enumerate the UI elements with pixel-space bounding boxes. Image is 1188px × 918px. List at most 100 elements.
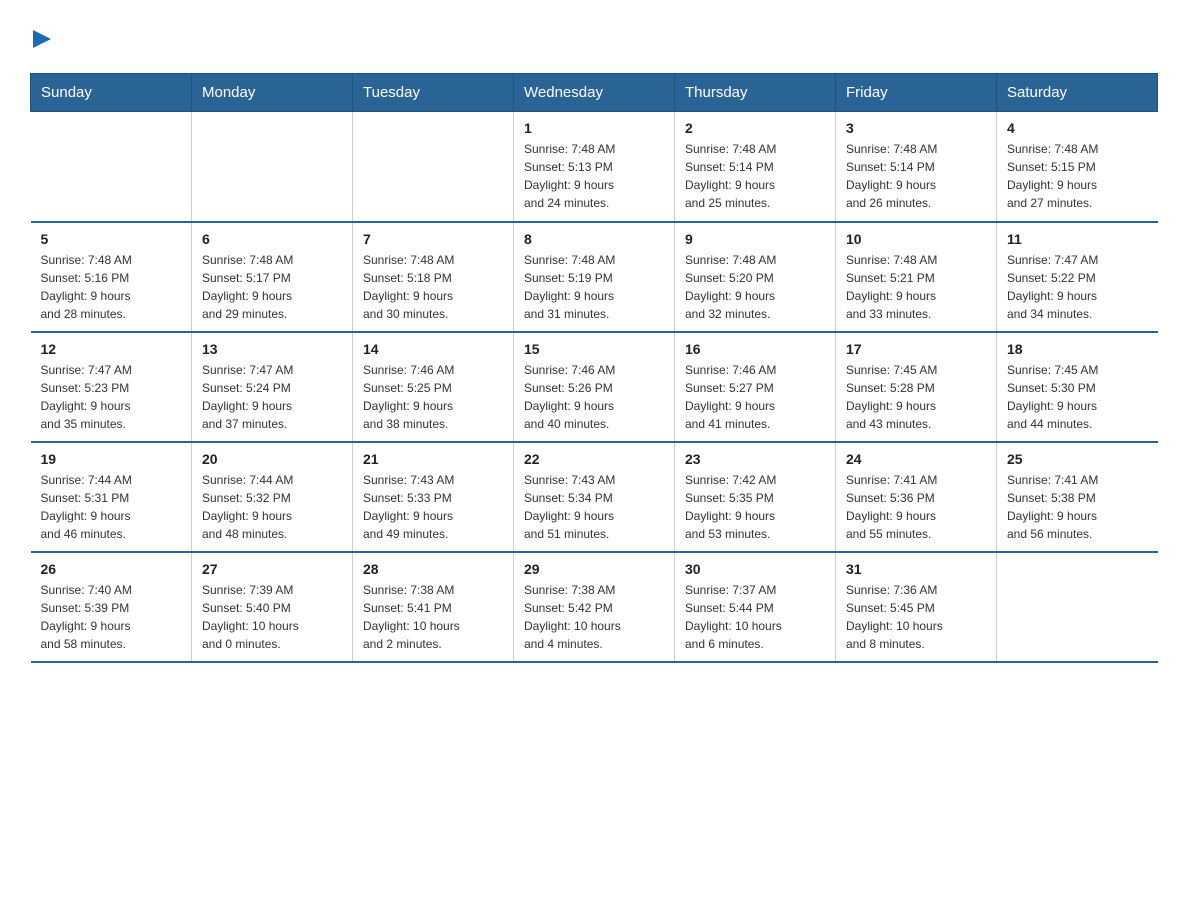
calendar-cell: 1 Sunrise: 7:48 AM Sunset: 5:13 PM Daylig… xyxy=(514,112,675,222)
day-number: 16 xyxy=(685,341,825,357)
day-info: Sunrise: 7:47 AM Sunset: 5:23 PM Dayligh… xyxy=(41,361,182,433)
day-info: Sunrise: 7:46 AM Sunset: 5:26 PM Dayligh… xyxy=(524,361,664,433)
day-number: 17 xyxy=(846,341,986,357)
calendar-cell xyxy=(997,552,1158,662)
day-info: Sunrise: 7:48 AM Sunset: 5:15 PM Dayligh… xyxy=(1007,140,1148,212)
calendar-cell: 6Sunrise: 7:48 AM Sunset: 5:17 PM Daylig… xyxy=(192,222,353,332)
day-number: 1 xyxy=(524,120,664,136)
header-cell-thursday: Thursday xyxy=(675,74,836,112)
day-number: 18 xyxy=(1007,341,1148,357)
calendar-table: SundayMondayTuesdayWednesdayThursdayFrid… xyxy=(30,73,1158,663)
calendar-cell: 31 Sunrise: 7:36 AM Sunset: 5:45 PM Dayli… xyxy=(836,552,997,662)
day-info: Sunrise: 7:41 AM Sunset: 5:36 PM Dayligh… xyxy=(846,471,986,543)
day-number: 14 xyxy=(363,341,503,357)
day-number: 26 xyxy=(41,561,182,577)
calendar-week-row: 26 Sunrise: 7:40 AM Sunset: 5:39 PM Dayli… xyxy=(31,552,1158,662)
day-info: Sunrise: 7:43 AM Sunset: 5:34 PM Dayligh… xyxy=(524,471,664,543)
day-number: 22 xyxy=(524,451,664,467)
logo xyxy=(30,20,51,53)
day-number: 11 xyxy=(1007,231,1148,247)
day-info: Sunrise: 7:37 AM Sunset: 5:44 PM Dayligh… xyxy=(685,581,825,653)
calendar-cell: 7Sunrise: 7:48 AM Sunset: 5:18 PM Daylig… xyxy=(353,222,514,332)
calendar-header-row: SundayMondayTuesdayWednesdayThursdayFrid… xyxy=(31,74,1158,112)
day-info: Sunrise: 7:48 AM Sunset: 5:14 PM Dayligh… xyxy=(846,140,986,212)
logo-arrow-icon xyxy=(33,30,51,48)
day-info: Sunrise: 7:48 AM Sunset: 5:20 PM Dayligh… xyxy=(685,251,825,323)
day-info: Sunrise: 7:48 AM Sunset: 5:14 PM Dayligh… xyxy=(685,140,825,212)
calendar-cell: 26 Sunrise: 7:40 AM Sunset: 5:39 PM Dayli… xyxy=(31,552,192,662)
header-cell-saturday: Saturday xyxy=(997,74,1158,112)
calendar-cell: 21 Sunrise: 7:43 AM Sunset: 5:33 PM Dayli… xyxy=(353,442,514,552)
calendar-cell: 11 Sunrise: 7:47 AM Sunset: 5:22 PM Dayli… xyxy=(997,222,1158,332)
day-info: Sunrise: 7:44 AM Sunset: 5:32 PM Dayligh… xyxy=(202,471,342,543)
header-cell-wednesday: Wednesday xyxy=(514,74,675,112)
day-info: Sunrise: 7:46 AM Sunset: 5:27 PM Dayligh… xyxy=(685,361,825,433)
day-info: Sunrise: 7:48 AM Sunset: 5:16 PM Dayligh… xyxy=(41,251,182,323)
calendar-cell: 20 Sunrise: 7:44 AM Sunset: 5:32 PM Dayli… xyxy=(192,442,353,552)
calendar-cell: 15 Sunrise: 7:46 AM Sunset: 5:26 PM Dayli… xyxy=(514,332,675,442)
calendar-cell: 3Sunrise: 7:48 AM Sunset: 5:14 PM Daylig… xyxy=(836,112,997,222)
day-number: 23 xyxy=(685,451,825,467)
day-info: Sunrise: 7:47 AM Sunset: 5:24 PM Dayligh… xyxy=(202,361,342,433)
day-number: 15 xyxy=(524,341,664,357)
day-number: 31 xyxy=(846,561,986,577)
calendar-week-row: 5 Sunrise: 7:48 AM Sunset: 5:16 PM Daylig… xyxy=(31,222,1158,332)
calendar-cell: 8 Sunrise: 7:48 AM Sunset: 5:19 PM Daylig… xyxy=(514,222,675,332)
calendar-cell: 12 Sunrise: 7:47 AM Sunset: 5:23 PM Dayli… xyxy=(31,332,192,442)
day-info: Sunrise: 7:48 AM Sunset: 5:21 PM Dayligh… xyxy=(846,251,986,323)
calendar-cell: 5 Sunrise: 7:48 AM Sunset: 5:16 PM Daylig… xyxy=(31,222,192,332)
day-info: Sunrise: 7:47 AM Sunset: 5:22 PM Dayligh… xyxy=(1007,251,1148,323)
calendar-cell: 29 Sunrise: 7:38 AM Sunset: 5:42 PM Dayli… xyxy=(514,552,675,662)
header-cell-monday: Monday xyxy=(192,74,353,112)
day-info: Sunrise: 7:42 AM Sunset: 5:35 PM Dayligh… xyxy=(685,471,825,543)
day-number: 2 xyxy=(685,120,825,136)
day-number: 6 xyxy=(202,231,342,247)
calendar-cell: 27 Sunrise: 7:39 AM Sunset: 5:40 PM Dayli… xyxy=(192,552,353,662)
calendar-cell: 9 Sunrise: 7:48 AM Sunset: 5:20 PM Daylig… xyxy=(675,222,836,332)
day-number: 13 xyxy=(202,341,342,357)
day-info: Sunrise: 7:41 AM Sunset: 5:38 PM Dayligh… xyxy=(1007,471,1148,543)
day-number: 20 xyxy=(202,451,342,467)
day-number: 24 xyxy=(846,451,986,467)
calendar-cell: 10 Sunrise: 7:48 AM Sunset: 5:21 PM Dayli… xyxy=(836,222,997,332)
day-info: Sunrise: 7:38 AM Sunset: 5:42 PM Dayligh… xyxy=(524,581,664,653)
calendar-cell: 2 Sunrise: 7:48 AM Sunset: 5:14 PM Daylig… xyxy=(675,112,836,222)
day-number: 10 xyxy=(846,231,986,247)
day-number: 29 xyxy=(524,561,664,577)
day-number: 5 xyxy=(41,231,182,247)
day-info: Sunrise: 7:36 AM Sunset: 5:45 PM Dayligh… xyxy=(846,581,986,653)
day-number: 21 xyxy=(363,451,503,467)
day-info: Sunrise: 7:40 AM Sunset: 5:39 PM Dayligh… xyxy=(41,581,182,653)
calendar-week-row: 12 Sunrise: 7:47 AM Sunset: 5:23 PM Dayli… xyxy=(31,332,1158,442)
day-number: 12 xyxy=(41,341,182,357)
day-number: 28 xyxy=(363,561,503,577)
day-info: Sunrise: 7:39 AM Sunset: 5:40 PM Dayligh… xyxy=(202,581,342,653)
day-info: Sunrise: 7:48 AM Sunset: 5:13 PM Dayligh… xyxy=(524,140,664,212)
day-number: 4 xyxy=(1007,120,1148,136)
day-number: 25 xyxy=(1007,451,1148,467)
calendar-cell: 25 Sunrise: 7:41 AM Sunset: 5:38 PM Dayli… xyxy=(997,442,1158,552)
day-number: 7 xyxy=(363,231,503,247)
day-number: 19 xyxy=(41,451,182,467)
day-info: Sunrise: 7:45 AM Sunset: 5:28 PM Dayligh… xyxy=(846,361,986,433)
calendar-cell: 30 Sunrise: 7:37 AM Sunset: 5:44 PM Dayli… xyxy=(675,552,836,662)
day-number: 30 xyxy=(685,561,825,577)
day-info: Sunrise: 7:48 AM Sunset: 5:19 PM Dayligh… xyxy=(524,251,664,323)
day-number: 27 xyxy=(202,561,342,577)
day-info: Sunrise: 7:46 AM Sunset: 5:25 PM Dayligh… xyxy=(363,361,503,433)
page-header xyxy=(30,20,1158,53)
calendar-cell: 4 Sunrise: 7:48 AM Sunset: 5:15 PM Daylig… xyxy=(997,112,1158,222)
calendar-cell: 24 Sunrise: 7:41 AM Sunset: 5:36 PM Dayli… xyxy=(836,442,997,552)
calendar-cell: 19 Sunrise: 7:44 AM Sunset: 5:31 PM Dayli… xyxy=(31,442,192,552)
day-number: 8 xyxy=(524,231,664,247)
header-cell-friday: Friday xyxy=(836,74,997,112)
calendar-week-row: 1 Sunrise: 7:48 AM Sunset: 5:13 PM Daylig… xyxy=(31,112,1158,222)
calendar-cell: 18Sunrise: 7:45 AM Sunset: 5:30 PM Dayli… xyxy=(997,332,1158,442)
day-number: 9 xyxy=(685,231,825,247)
calendar-week-row: 19 Sunrise: 7:44 AM Sunset: 5:31 PM Dayli… xyxy=(31,442,1158,552)
header-cell-tuesday: Tuesday xyxy=(353,74,514,112)
day-info: Sunrise: 7:44 AM Sunset: 5:31 PM Dayligh… xyxy=(41,471,182,543)
day-info: Sunrise: 7:43 AM Sunset: 5:33 PM Dayligh… xyxy=(363,471,503,543)
header-cell-sunday: Sunday xyxy=(31,74,192,112)
calendar-cell xyxy=(353,112,514,222)
